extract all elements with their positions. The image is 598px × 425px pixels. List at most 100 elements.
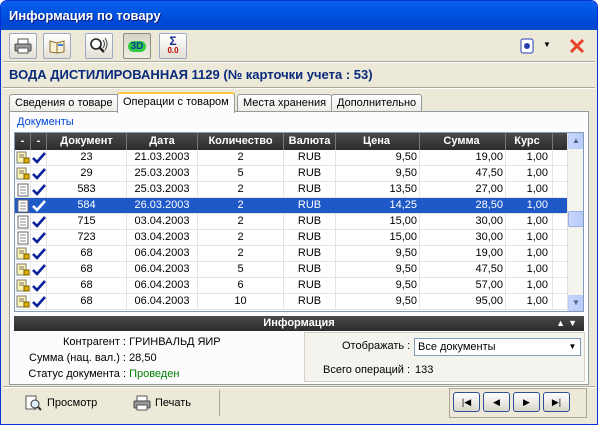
cell-document: 23: [47, 150, 127, 165]
column-header-price[interactable]: Цена: [336, 133, 420, 150]
column-header-quantity[interactable]: Количество: [198, 133, 284, 150]
sum-row: Сумма (нац. вал.) : 28,50: [14, 350, 157, 366]
total-label: Всего операций :: [323, 364, 411, 376]
prev-icon[interactable]: ◀: [483, 392, 510, 412]
options-button[interactable]: [517, 33, 537, 59]
last-icon[interactable]: ▶|: [543, 392, 570, 412]
table-row[interactable]: 23 21.03.2003 2 RUB 9,50 19,00 1,00: [15, 150, 568, 166]
cell-currency: RUB: [284, 278, 336, 293]
checkmark-icon: [31, 150, 47, 165]
print-bottom-button[interactable]: Печать: [133, 392, 191, 414]
cell-sum: 47,50: [420, 262, 506, 277]
vertical-scrollbar[interactable]: ▲ ▼: [567, 133, 583, 311]
status-label: Статус документа :: [28, 368, 126, 380]
next-icon[interactable]: ▶: [513, 392, 540, 412]
info-collapse-icon[interactable]: ▲▼: [556, 316, 580, 331]
cell-rate: 1,00: [506, 198, 553, 213]
tab-storage[interactable]: Места хранения: [237, 94, 333, 112]
tab-additional[interactable]: Дополнительно: [331, 94, 423, 112]
cell-price: 9,50: [336, 150, 420, 165]
divider: [3, 87, 595, 89]
cell-rate: 1,00: [506, 262, 553, 277]
book-button[interactable]: [43, 33, 71, 59]
document-icon: [15, 182, 31, 197]
preview-icon: [25, 395, 42, 411]
table-row[interactable]: 29 25.03.2003 5 RUB 9,50 47,50 1,00: [15, 166, 568, 182]
column-header-date[interactable]: Дата: [127, 133, 198, 150]
counterparty-label: Контрагент :: [63, 336, 126, 348]
cell-currency: RUB: [284, 230, 336, 245]
cell-price: 15,00: [336, 214, 420, 229]
tab-product-info[interactable]: Сведения о товаре: [9, 94, 119, 112]
sum-button[interactable]: Σ 0.0: [159, 33, 187, 59]
info-header: Информация ▲▼: [14, 316, 584, 331]
info-left-panel: Контрагент : ГРИНВАЛЬД ЯИР Сумма (нац. в…: [14, 332, 298, 382]
display-select[interactable]: Все документы ▼: [414, 338, 581, 356]
table-row[interactable]: 584 26.03.2003 2 RUB 14,25 28,50 1,00: [15, 198, 568, 214]
column-header-currency[interactable]: Валюта: [284, 133, 336, 150]
scroll-up-icon[interactable]: ▲: [568, 133, 583, 149]
display-label: Отображать :: [342, 340, 411, 352]
scroll-thumb[interactable]: [568, 211, 583, 227]
cell-sum: 47,50: [420, 166, 506, 181]
tab-operations[interactable]: Операции с товаром: [117, 92, 235, 113]
counterparty-value: ГРИНВАЛЬД ЯИР: [129, 336, 221, 348]
divider: [3, 61, 595, 63]
cell-rate: 1,00: [506, 182, 553, 197]
table-row[interactable]: 583 25.03.2003 2 RUB 13,50 27,00 1,00: [15, 182, 568, 198]
first-icon[interactable]: |◀: [453, 392, 480, 412]
column-header-sum[interactable]: Сумма: [420, 133, 506, 150]
checkmark-icon: [31, 182, 47, 197]
table-row[interactable]: 723 03.04.2003 2 RUB 15,00 30,00 1,00: [15, 230, 568, 246]
cell-currency: RUB: [284, 150, 336, 165]
column-header-rate[interactable]: Курс: [506, 133, 553, 150]
cell-currency: RUB: [284, 214, 336, 229]
table-row[interactable]: 68 06.04.2003 6 RUB 9,50 57,00 1,00: [15, 278, 568, 294]
preview-button[interactable]: Просмотр: [25, 392, 97, 414]
scroll-down-icon[interactable]: ▼: [568, 295, 583, 311]
column-header[interactable]: -: [15, 133, 31, 150]
table-row[interactable]: 68 06.04.2003 5 RUB 9,50 47,50 1,00: [15, 262, 568, 278]
cell-rate: 1,00: [506, 166, 553, 181]
cell-date: 06.04.2003: [127, 278, 198, 293]
cell-date: 06.04.2003: [127, 294, 198, 309]
column-header[interactable]: -: [31, 133, 47, 150]
cell-quantity: 5: [198, 166, 284, 181]
cell-price: 9,50: [336, 246, 420, 261]
cell-currency: RUB: [284, 182, 336, 197]
divider: [219, 390, 220, 416]
checkmark-icon: [31, 214, 47, 229]
cell-rate: 1,00: [506, 150, 553, 165]
grid-header: - - Документ Дата Количество Валюта Цена…: [15, 133, 568, 150]
cell-date: 21.03.2003: [127, 150, 198, 165]
table-row[interactable]: 715 03.04.2003 2 RUB 15,00 30,00 1,00: [15, 214, 568, 230]
column-header-document[interactable]: Документ: [47, 133, 127, 150]
cell-rate: 1,00: [506, 246, 553, 261]
checkmark-icon: [31, 230, 47, 245]
document-lock-icon: [15, 150, 31, 165]
exit-button[interactable]: [563, 33, 591, 59]
table-row[interactable]: 68 06.04.2003 2 RUB 9,50 19,00 1,00: [15, 246, 568, 262]
cell-sum: 95,00: [420, 294, 506, 309]
search-button[interactable]: [85, 33, 113, 59]
cell-price: 9,50: [336, 262, 420, 277]
cell-date: 25.03.2003: [127, 182, 198, 197]
display-select-value: Все документы: [418, 341, 496, 353]
cell-quantity: 2: [198, 214, 284, 229]
cell-quantity: 2: [198, 150, 284, 165]
table-row[interactable]: 68 06.04.2003 10 RUB 9,50 95,00 1,00: [15, 294, 568, 310]
cell-currency: RUB: [284, 198, 336, 213]
document-lock-icon: [15, 278, 31, 293]
cell-date: 03.04.2003: [127, 214, 198, 229]
cell-quantity: 2: [198, 182, 284, 197]
cell-document: 715: [47, 214, 127, 229]
checkmark-icon: [31, 246, 47, 261]
print-button[interactable]: [9, 33, 37, 59]
main-window: Информация по товару 3D Σ 0.0 ▼ ВОДА ДИС…: [0, 0, 598, 425]
cell-price: 14,25: [336, 198, 420, 213]
info-right-panel: Отображать : Все документы ▼ Всего опера…: [304, 332, 585, 382]
options-dropdown-arrow[interactable]: ▼: [543, 40, 551, 49]
info-header-label: Информация: [263, 317, 335, 329]
chevron-down-icon[interactable]: ▼: [565, 339, 580, 355]
3d-button[interactable]: 3D: [123, 33, 151, 59]
